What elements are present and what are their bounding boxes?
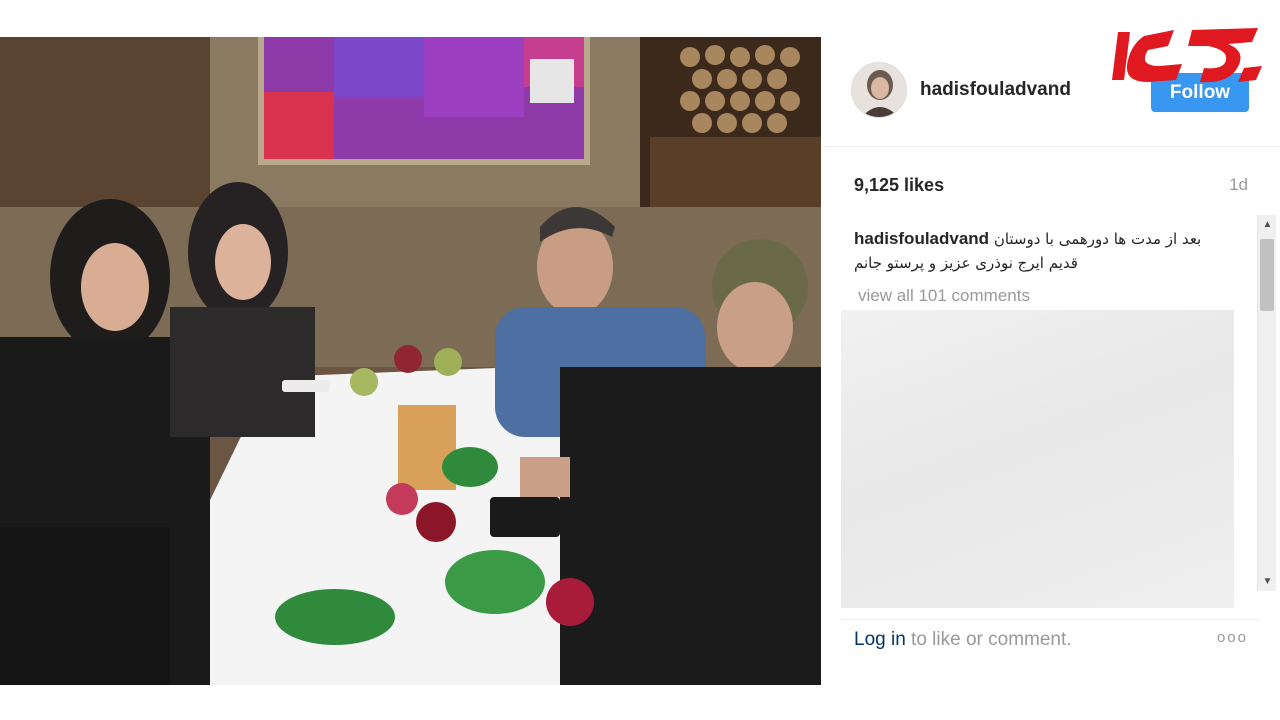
caption-username[interactable]: hadisfouladvand	[854, 229, 989, 248]
avatar[interactable]	[851, 62, 907, 118]
login-link[interactable]: Log in	[854, 629, 906, 650]
login-prompt: Log in to like or comment.	[854, 629, 1072, 651]
post-username[interactable]: hadisfouladvand	[920, 79, 1071, 101]
scroll-thumb[interactable]	[1260, 239, 1274, 311]
comments-scrollbar[interactable]: ▲ ▼	[1257, 215, 1276, 591]
view-all-comments-link[interactable]: view all 101 comments	[858, 286, 1030, 306]
scroll-up-arrow-icon[interactable]: ▲	[1258, 215, 1277, 234]
post-time: 1d	[1229, 175, 1248, 194]
site-logo	[1108, 22, 1268, 88]
likes-count[interactable]: 9,125 likes	[854, 175, 944, 196]
blurred-comments	[841, 310, 1234, 608]
login-suffix: to like or comment.	[905, 629, 1072, 650]
more-options-icon[interactable]: ooo	[1217, 629, 1248, 646]
divider	[841, 619, 1261, 620]
caption: hadisfouladvand بعد از مدت ها دورهمی با …	[854, 227, 1224, 275]
scroll-down-arrow-icon[interactable]: ▼	[1258, 572, 1277, 591]
post-sidebar: hadisfouladvand Follow 9,125 likes 1d ha…	[821, 37, 1280, 685]
post-photo	[0, 37, 821, 685]
comments-area: hadisfouladvand بعد از مدت ها دورهمی با …	[841, 215, 1261, 608]
